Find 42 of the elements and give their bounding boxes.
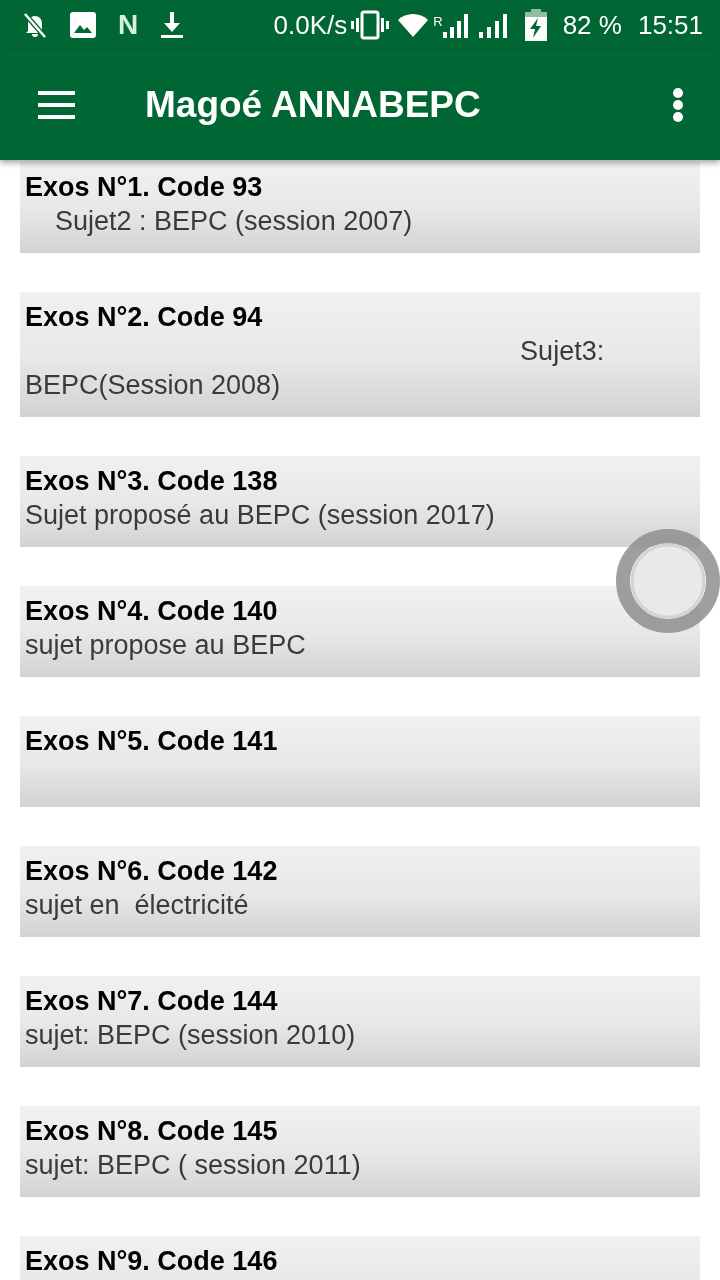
exercise-list-item[interactable]: Exos N°6. Code 142 sujet en électricité	[20, 846, 700, 937]
signal-icon	[478, 12, 509, 38]
exercise-title: Exos N°8. Code 145	[25, 1115, 279, 1148]
more-options-icon[interactable]	[672, 88, 684, 122]
menu-icon[interactable]	[38, 91, 75, 119]
exercise-list-item[interactable]: Exos N°3. Code 138 Sujet proposé au BEPC (session 2017)	[20, 456, 700, 547]
exercise-subtitle: sujet en électricité	[25, 889, 250, 922]
battery-charging-icon	[524, 9, 547, 41]
bell-off-icon	[22, 11, 48, 39]
exercise-title: Exos N°2. Code 94	[25, 301, 264, 334]
exercise-list-item[interactable]: Exos N°8. Code 145 sujet: BEPC ( session 2011)	[20, 1106, 700, 1197]
image-icon	[70, 12, 96, 38]
clock-time: 15:51	[637, 10, 703, 40]
download-icon	[160, 11, 185, 39]
app-title: Magoé ANNABEPC	[145, 83, 481, 127]
app-notification-letter: N	[118, 10, 139, 40]
exercise-subtitle: sujet: BEPC (session 2010)	[25, 1019, 357, 1052]
exercise-title: Exos N°4. Code 140	[25, 595, 279, 628]
exercise-title: Exos N°5. Code 141	[25, 725, 279, 758]
wifi-icon	[397, 12, 430, 38]
exercise-list-item[interactable]: Exos N°5. Code 141	[20, 716, 700, 807]
exercise-subtitle: Sujet proposé au BEPC (session 2017)	[25, 499, 496, 532]
battery-percent: 82 %	[562, 10, 622, 40]
exercise-list-item[interactable]: Exos N°9. Code 146	[20, 1236, 700, 1280]
exercise-list-item[interactable]: Exos N°1. Code 93 Sujet2 : BEPC (session 2007)	[20, 162, 700, 253]
exercise-title: Exos N°3. Code 138	[25, 465, 279, 498]
signal-icon	[442, 12, 471, 38]
vibrate-icon	[351, 10, 390, 40]
exercise-list-item[interactable]: Exos N°2. Code 94 Sujet3: BEPC(Session 2008)	[20, 292, 700, 417]
exercise-title: Exos N°1. Code 93	[25, 171, 264, 204]
exercise-list-item[interactable]: Exos N°7. Code 144 sujet: BEPC (session 2010)	[20, 976, 700, 1067]
exercise-title: Exos N°9. Code 146	[25, 1245, 279, 1278]
floating-ring-icon[interactable]	[616, 529, 720, 633]
exercise-subtitle: sujet propose au BEPC	[25, 629, 307, 662]
roaming-indicator: R	[433, 15, 443, 29]
exercise-title: Exos N°6. Code 142	[25, 855, 279, 888]
exercise-subtitle: sujet: BEPC ( session 2011)	[25, 1149, 362, 1182]
exercise-list-item[interactable]: Exos N°4. Code 140 sujet propose au BEPC	[20, 586, 700, 677]
network-speed: 0.0K/s	[273, 10, 348, 40]
exercise-subtitle: Sujet3: BEPC(Session 2008)	[25, 335, 606, 402]
exercise-subtitle: Sujet2 : BEPC (session 2007)	[54, 205, 414, 238]
exercise-title: Exos N°7. Code 144	[25, 985, 279, 1018]
